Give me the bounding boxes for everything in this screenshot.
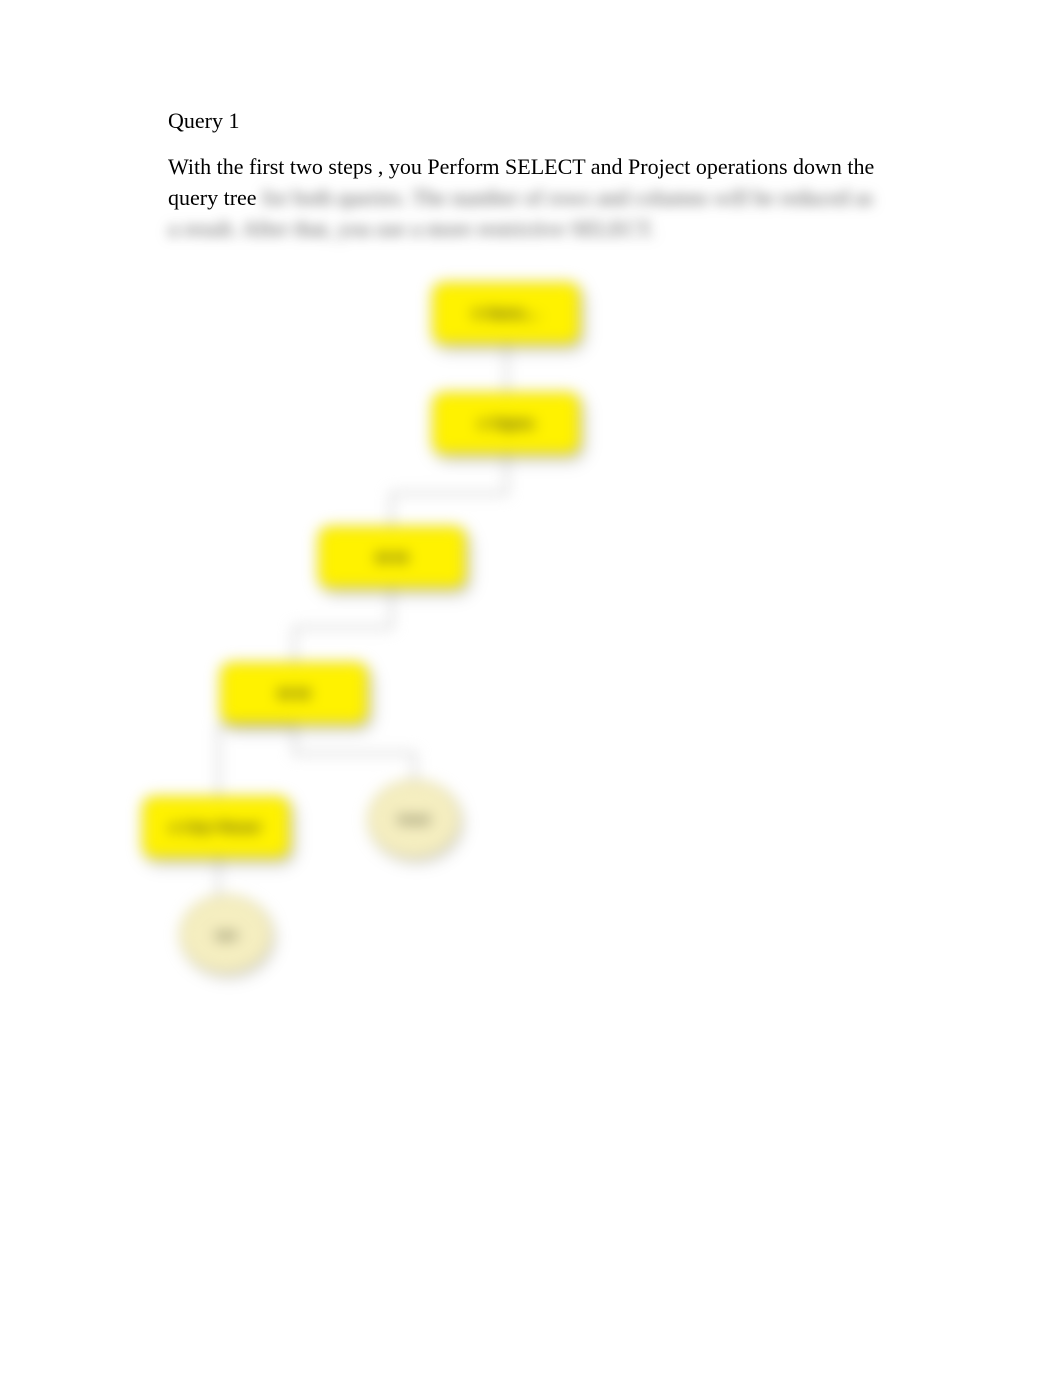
edge bbox=[505, 344, 508, 392]
edge bbox=[390, 492, 393, 526]
node-join-upper: ⋈ ⋈ bbox=[318, 526, 466, 588]
edge bbox=[505, 454, 508, 494]
node-top-project: π Name,... bbox=[432, 282, 580, 344]
edge bbox=[413, 752, 416, 780]
edge bbox=[217, 724, 293, 727]
edge bbox=[293, 752, 413, 755]
node-join-lower: ⋈ ⋈ bbox=[220, 662, 368, 724]
paragraph-locked: for both queries. The number of rows and… bbox=[168, 185, 873, 241]
edge bbox=[217, 724, 220, 796]
edge bbox=[293, 724, 296, 754]
intro-paragraph: With the first two steps , you Perform S… bbox=[168, 152, 888, 244]
edge bbox=[217, 858, 220, 896]
query-title: Query 1 bbox=[168, 108, 888, 134]
node-table-right: Hotel bbox=[368, 780, 460, 858]
query-tree-diagram: π Name,... σ Sigma ⋈ ⋈ ⋈ ⋈ σ City='Rome'… bbox=[120, 270, 640, 990]
edge bbox=[390, 588, 393, 628]
node-select-city: σ City='Rome' bbox=[142, 796, 290, 858]
edge bbox=[293, 626, 296, 662]
node-table-leaf: spa bbox=[180, 895, 272, 973]
document-body: Query 1 With the first two steps , you P… bbox=[168, 108, 888, 244]
node-select: σ Sigma bbox=[432, 392, 580, 454]
edge bbox=[390, 492, 508, 495]
edge bbox=[293, 626, 393, 629]
